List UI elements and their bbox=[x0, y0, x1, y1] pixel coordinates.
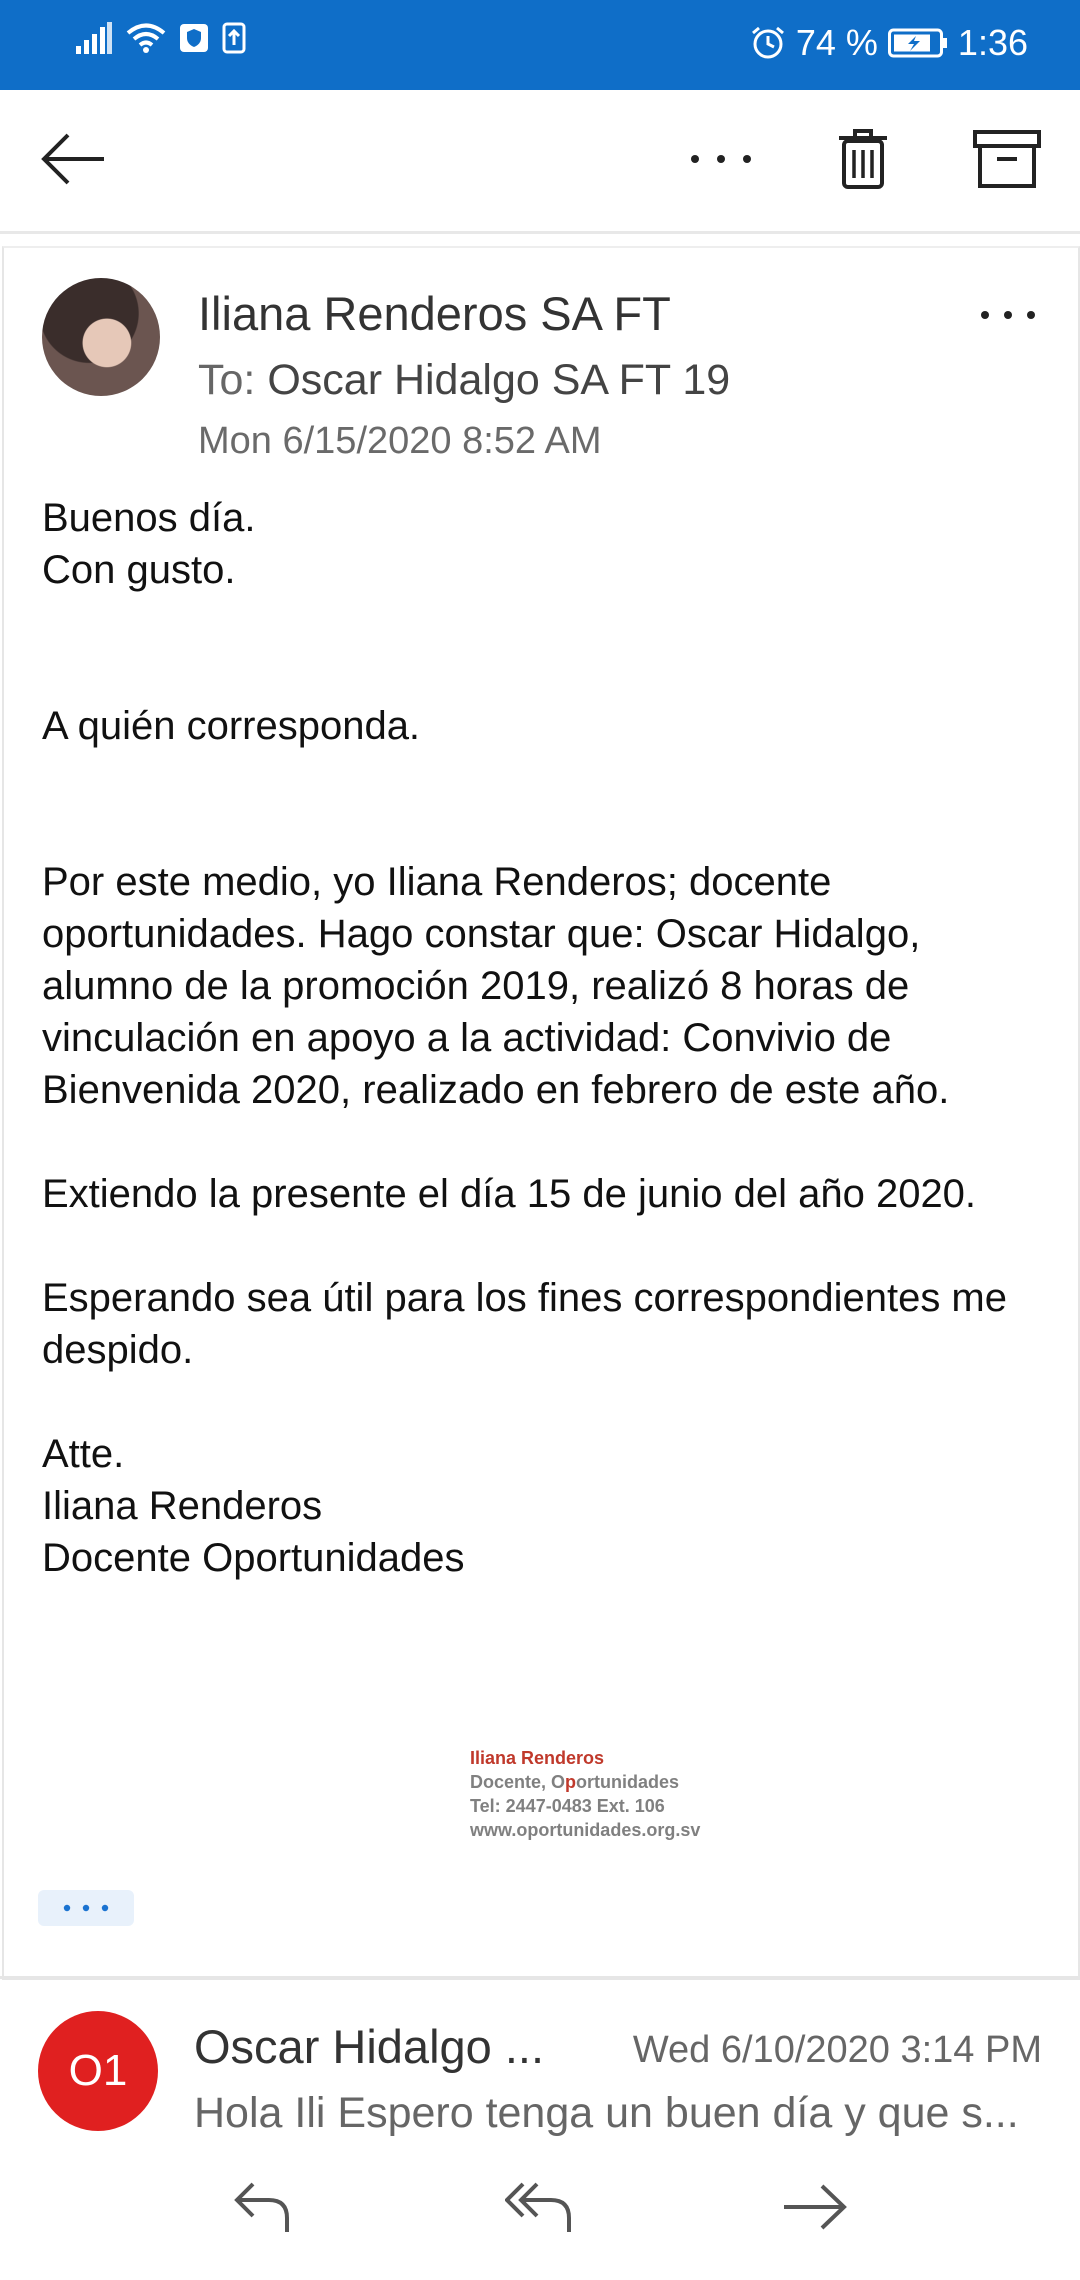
body-greeting: Buenos día. bbox=[42, 496, 256, 540]
recipient-name: Oscar Hidalgo SA FT 19 bbox=[267, 356, 731, 404]
message-date: Mon 6/15/2020 8:52 AM bbox=[198, 420, 602, 462]
thread-message-date: Wed 6/10/2020 3:14 PM bbox=[632, 2029, 1042, 2071]
show-quoted-text-button[interactable] bbox=[38, 1890, 134, 1926]
body-paragraph-1: Por este medio, yo Iliana Renderos; doce… bbox=[42, 860, 950, 1112]
thread-message-item[interactable]: O1 Oscar Hidalgo ... Wed 6/10/2020 3:14 … bbox=[0, 1979, 1080, 2137]
body-salutation: A quién corresponda. bbox=[42, 704, 421, 748]
battery-icon bbox=[887, 28, 948, 58]
more-icon bbox=[980, 307, 1036, 325]
reply-all-icon bbox=[504, 2178, 575, 2241]
back-button[interactable] bbox=[28, 116, 118, 206]
forward-arrow-icon bbox=[782, 2178, 848, 2241]
body-greeting-2: Con gusto. bbox=[42, 548, 236, 592]
clock-time: 1:36 bbox=[957, 22, 1028, 63]
alarm-icon bbox=[750, 25, 786, 61]
trash-icon bbox=[837, 128, 889, 195]
recipient-line[interactable]: To: Oscar Hidalgo SA FT 19 bbox=[198, 356, 730, 405]
wifi-icon bbox=[126, 22, 166, 54]
thread-message-preview: Hola Ili Espero tenga un buen día y que … bbox=[194, 2089, 1019, 2137]
to-label: To: bbox=[198, 356, 256, 404]
back-arrow-icon bbox=[38, 129, 108, 194]
delete-button[interactable] bbox=[818, 116, 908, 206]
more-icon bbox=[689, 152, 753, 170]
reply-all-button[interactable] bbox=[495, 2173, 585, 2245]
message-card: Iliana Renderos SA FT To: Oscar Hidalgo … bbox=[2, 246, 1080, 1980]
signature-title: Docente, Oportunidades bbox=[470, 1772, 680, 1792]
archive-icon bbox=[973, 129, 1041, 194]
message-more-button[interactable] bbox=[968, 286, 1048, 346]
sender-initials-avatar: O1 bbox=[38, 2011, 158, 2131]
archive-button[interactable] bbox=[962, 116, 1052, 206]
email-signature: Iliana Renderos Docente, Oportunidades T… bbox=[470, 1746, 700, 1842]
message-body: Buenos día. Con gusto. A quién correspon… bbox=[42, 492, 1052, 1584]
body-paragraph-3: Esperando sea útil para los fines corres… bbox=[42, 1276, 1007, 1372]
forward-button[interactable] bbox=[770, 2173, 860, 2245]
toolbar-divider bbox=[0, 231, 1080, 234]
thread-sender-name: Oscar Hidalgo ... bbox=[194, 2020, 545, 2073]
body-closing: Atte. bbox=[42, 1432, 125, 1476]
reply-icon bbox=[233, 2178, 293, 2241]
status-bar: 74 % 1:36 bbox=[0, 0, 1080, 90]
ellipsis-icon bbox=[63, 1899, 109, 1917]
upload-icon bbox=[222, 22, 246, 54]
sender-avatar[interactable] bbox=[42, 278, 160, 396]
reply-button[interactable] bbox=[218, 2173, 308, 2245]
bottom-action-bar bbox=[0, 2137, 1080, 2280]
shield-icon bbox=[180, 22, 208, 54]
signature-phone: Tel: 2447-0483 Ext. 106 bbox=[470, 1796, 665, 1816]
signal-icon bbox=[76, 22, 112, 54]
signature-website[interactable]: www.oportunidades.org.sv bbox=[470, 1818, 700, 1842]
battery-percent: 74 % bbox=[795, 22, 878, 63]
message-toolbar bbox=[0, 90, 1080, 232]
signature-name: Iliana Renderos bbox=[470, 1748, 605, 1768]
body-paragraph-2: Extiendo la presente el día 15 de junio … bbox=[42, 1172, 977, 1216]
body-closing-name: Iliana Renderos bbox=[42, 1484, 323, 1528]
body-closing-title: Docente Oportunidades bbox=[42, 1536, 465, 1580]
more-options-button[interactable] bbox=[676, 116, 766, 206]
sender-name[interactable]: Iliana Renderos SA FT bbox=[198, 286, 671, 341]
